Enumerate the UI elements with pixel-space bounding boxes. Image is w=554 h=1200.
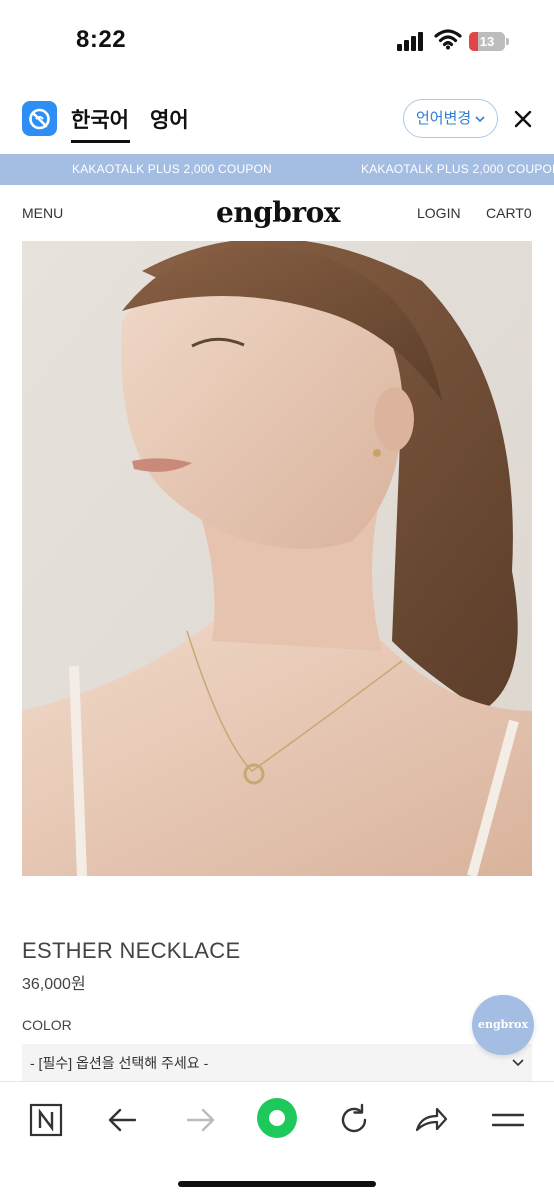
close-icon[interactable] [514, 110, 532, 128]
wifi-icon [434, 29, 462, 50]
product-image[interactable] [22, 241, 532, 876]
coupon-banner[interactable]: KAKAOTALK PLUS 2,000 COUPON KAKAOTALK PL… [0, 154, 554, 185]
status-bar: 8:22 13 [0, 0, 554, 84]
back-arrow-icon[interactable] [103, 1100, 143, 1140]
active-tab-indicator [71, 140, 130, 143]
menu-lines-icon[interactable] [488, 1100, 528, 1140]
product-price: 36,000원 [22, 976, 86, 993]
chevron-down-icon [475, 116, 485, 123]
site-header: MENU engbrox LOGIN CART0 [0, 185, 554, 241]
status-time: 8:22 [76, 26, 127, 53]
refresh-icon[interactable] [334, 1100, 374, 1140]
cart-link[interactable]: CART0 [486, 205, 532, 221]
tab-english[interactable]: 영어 [150, 104, 189, 134]
share-icon[interactable] [411, 1100, 451, 1140]
battery-icon: 13 [469, 32, 505, 51]
home-indicator [178, 1181, 376, 1187]
option-placeholder: - [필수] 옵션을 선택해 주세요 - [30, 1055, 209, 1071]
floating-brand-button[interactable]: engbrox [472, 995, 534, 1055]
naver-home-icon[interactable] [26, 1100, 66, 1140]
change-language-label: 언어변경 [416, 110, 472, 127]
forward-arrow-icon[interactable] [180, 1100, 220, 1140]
translator-logo-icon [22, 101, 57, 136]
change-language-button[interactable]: 언어변경 [403, 99, 498, 138]
color-option-select[interactable]: - [필수] 옵션을 선택해 주세요 - [22, 1044, 532, 1082]
battery-level: 13 [479, 34, 495, 49]
tab-korean[interactable]: 한국어 [71, 104, 129, 134]
color-label: COLOR [22, 1017, 72, 1033]
coupon-text: KAKAOTALK PLUS 2,000 COUPON [361, 162, 554, 176]
coupon-text: KAKAOTALK PLUS 2,000 COUPON [72, 162, 272, 176]
translate-bar: 한국어 영어 언어변경 [0, 84, 554, 154]
login-link[interactable]: LOGIN [417, 205, 461, 221]
menu-link[interactable]: MENU [22, 205, 63, 221]
brand-logo[interactable]: engbrox [216, 196, 340, 229]
green-dot-icon[interactable] [256, 1097, 298, 1139]
chevron-down-icon [512, 1059, 524, 1067]
cellular-signal-icon [397, 31, 427, 51]
product-name: ESTHER NECKLACE [22, 938, 241, 963]
